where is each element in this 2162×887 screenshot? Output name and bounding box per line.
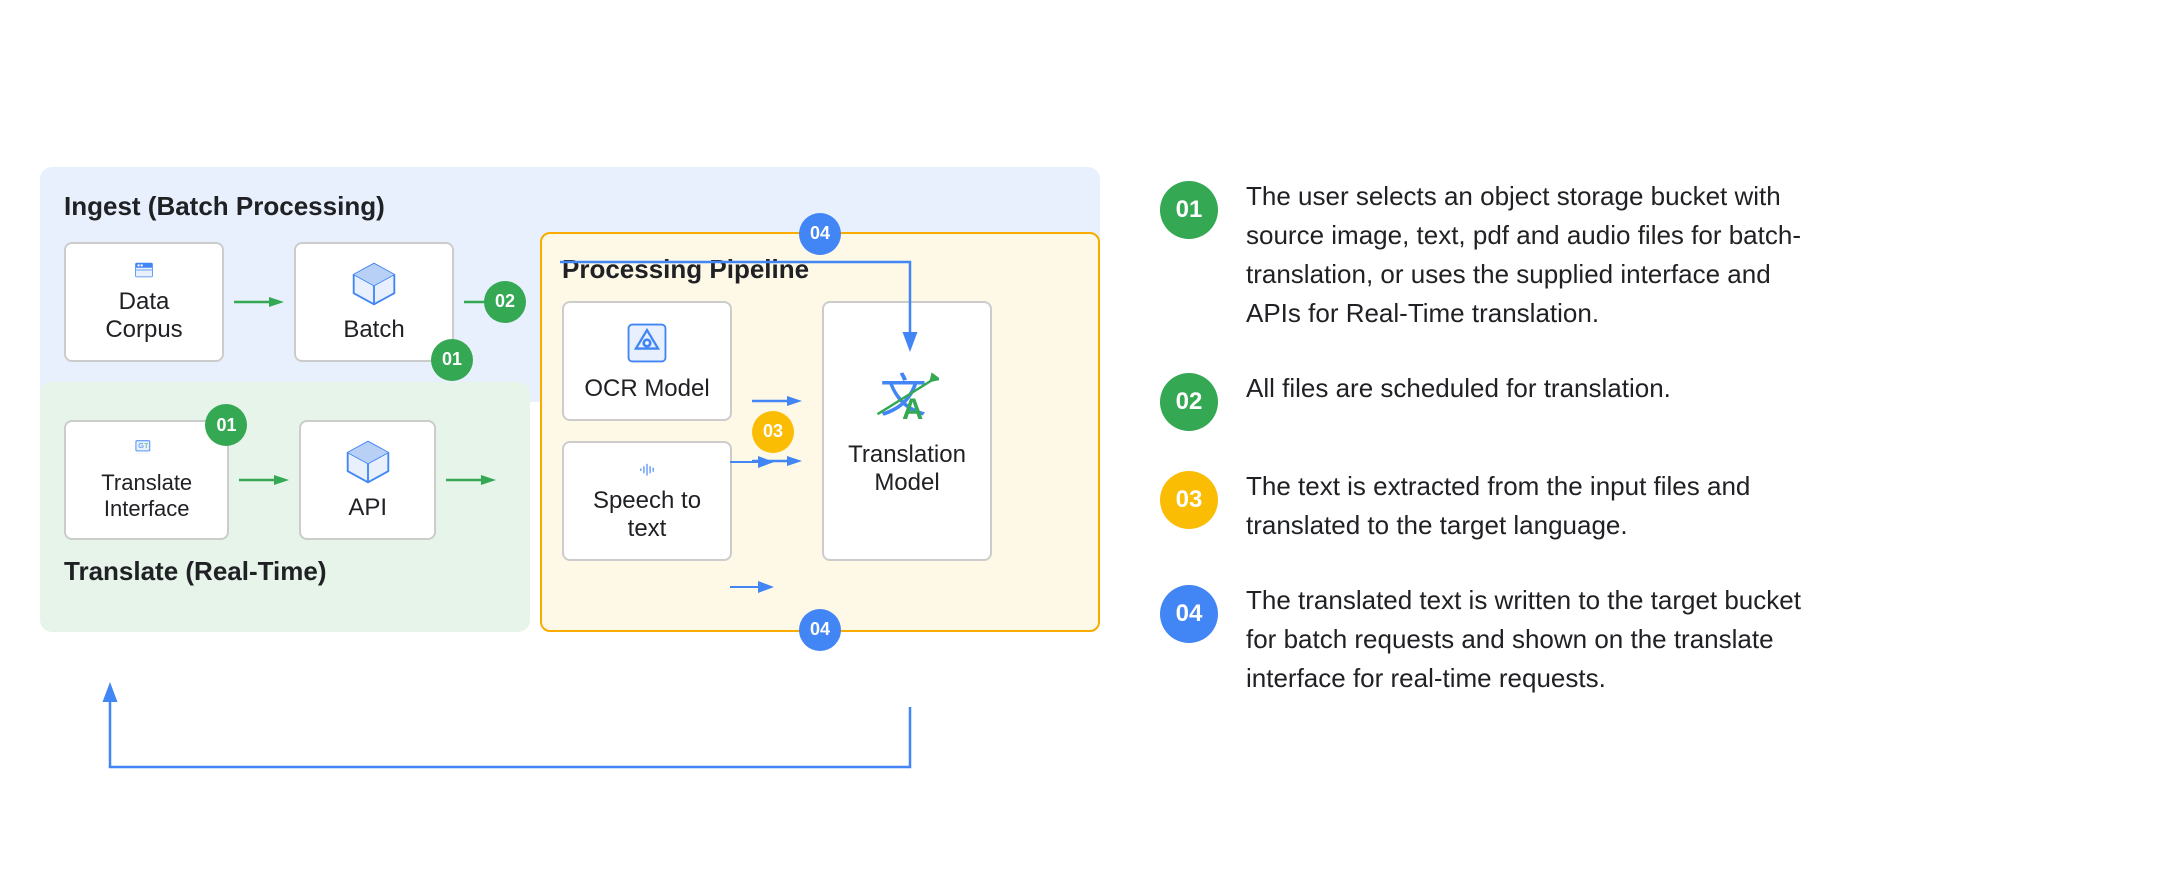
main-container: Ingest (Batch Processing) Data Corpus <box>40 167 2122 698</box>
speech-icon <box>621 459 673 479</box>
badge-04-bottom: 04 <box>799 609 841 651</box>
step-item-04: 04 The translated text is written to the… <box>1160 581 2122 698</box>
translation-model-node: 文 A Translation Model <box>822 301 992 561</box>
api-label: API <box>348 494 387 522</box>
badge-01-ingest: 01 <box>431 339 473 381</box>
step-item-03: 03 The text is extracted from the input … <box>1160 467 2122 545</box>
translation-model-label: Translation Model <box>844 441 970 497</box>
svg-text:G: G <box>138 441 144 450</box>
translate-interface-node: G T Translate Interface 01 <box>64 420 229 540</box>
step-badge-04: 04 <box>1160 585 1218 643</box>
badge-03: 03 <box>752 411 794 453</box>
badge-01-translate: 01 <box>205 404 247 446</box>
translate-interface-label: Translate Interface <box>86 470 207 522</box>
badge-02: 02 <box>484 281 526 323</box>
step-text-01: The user selects an object storage bucke… <box>1246 177 1826 333</box>
step-text-04: The translated text is written to the ta… <box>1246 581 1826 698</box>
badge-04-top: 04 <box>799 213 841 255</box>
batch-label: Batch <box>343 316 404 344</box>
api-node: API <box>299 420 436 540</box>
ingest-label: Ingest (Batch Processing) <box>64 191 1076 222</box>
api-icon <box>342 438 394 486</box>
diagram-area: Ingest (Batch Processing) Data Corpus <box>40 167 1100 632</box>
speech-to-text-label: Speech to text <box>584 487 710 543</box>
step-badge-01: 01 <box>1160 181 1218 239</box>
ocr-icon <box>621 319 673 367</box>
translation-model-icon: 文 A <box>875 365 939 429</box>
arrow-corpus-batch <box>224 292 294 312</box>
pipeline-box: Processing Pipeline OCR Model <box>540 232 1100 632</box>
translate-section: G T Translate Interface 01 <box>40 382 530 632</box>
svg-text:T: T <box>144 443 148 450</box>
step-text-02: All files are scheduled for translation. <box>1246 369 1671 408</box>
speech-to-text-node: Speech to text <box>562 441 732 561</box>
pipeline-label: Processing Pipeline <box>562 254 1078 285</box>
step-item-01: 01 The user selects an object storage bu… <box>1160 177 2122 333</box>
ocr-model-label: OCR Model <box>584 375 709 403</box>
translate-interface-icon: G T <box>121 438 173 462</box>
batch-icon <box>348 260 400 308</box>
step-badge-02: 02 <box>1160 373 1218 431</box>
batch-node: Batch 01 <box>294 242 454 362</box>
translate-label: Translate (Real-Time) <box>64 556 506 587</box>
data-corpus-label: Data Corpus <box>86 288 202 344</box>
data-corpus-node: Data Corpus <box>64 242 224 362</box>
data-corpus-icon <box>118 260 170 280</box>
step-item-02: 02 All files are scheduled for translati… <box>1160 369 2122 431</box>
steps-area: 01 The user selects an object storage bu… <box>1160 167 2122 698</box>
arrow-translate-api <box>229 470 299 490</box>
step-badge-03: 03 <box>1160 471 1218 529</box>
arrow-api-pipeline <box>436 470 506 490</box>
ocr-model-node: OCR Model <box>562 301 732 421</box>
step-text-03: The text is extracted from the input fil… <box>1246 467 1826 545</box>
